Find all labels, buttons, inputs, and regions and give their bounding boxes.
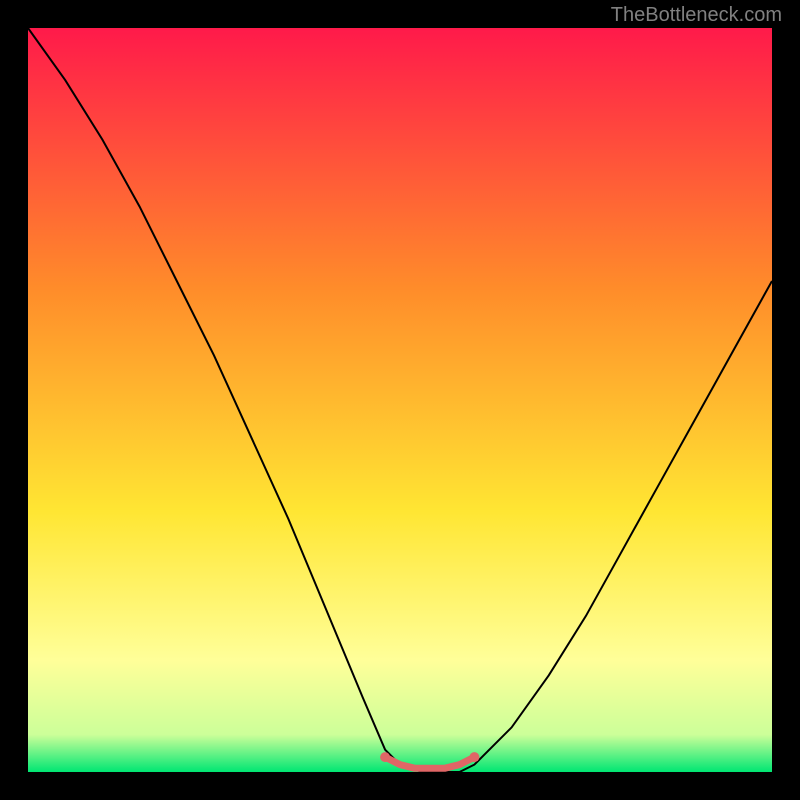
- chart-svg: [28, 28, 772, 772]
- watermark-text: TheBottleneck.com: [611, 4, 782, 27]
- chart-plot-area: [28, 28, 772, 772]
- chart-background: [28, 28, 772, 772]
